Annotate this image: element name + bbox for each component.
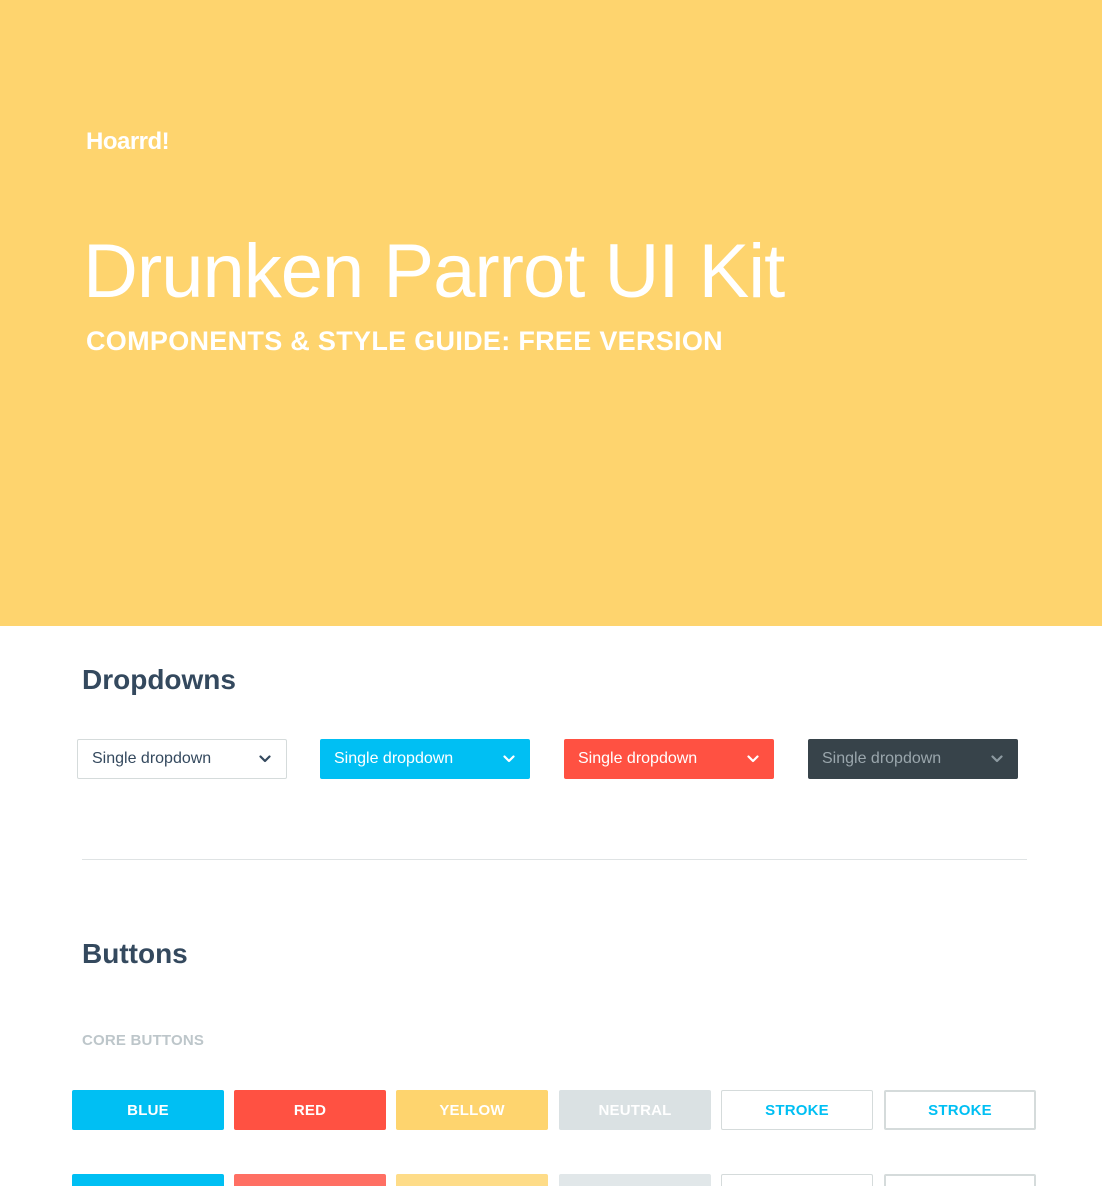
hero-banner: Hoarrd! Drunken Parrot UI Kit COMPONENTS… — [0, 0, 1102, 626]
page-title: Drunken Parrot UI Kit — [83, 229, 785, 314]
red-button-hover[interactable] — [234, 1174, 386, 1186]
dropdown-label: Single dropdown — [92, 750, 212, 767]
chevron-down-icon — [258, 752, 272, 766]
neutral-button[interactable]: NEUTRAL — [559, 1090, 711, 1130]
red-button[interactable]: RED — [234, 1090, 386, 1130]
stroke-button-thick[interactable]: STROKE — [884, 1090, 1036, 1130]
blue-button-hover[interactable] — [72, 1174, 224, 1186]
yellow-button-hover[interactable] — [396, 1174, 548, 1186]
dropdown-label: Single dropdown — [822, 750, 942, 767]
dropdown-default[interactable]: Single dropdown — [77, 739, 287, 779]
dropdown-label: Single dropdown — [578, 750, 698, 767]
buttons-heading: Buttons — [82, 938, 188, 969]
chevron-down-icon — [502, 752, 516, 766]
chevron-down-icon — [990, 752, 1004, 766]
dropdown-blue[interactable]: Single dropdown — [320, 739, 530, 779]
dropdown-dark[interactable]: Single dropdown — [808, 739, 1018, 779]
stroke-button-hover[interactable] — [721, 1174, 873, 1186]
logo[interactable]: Hoarrd! — [86, 128, 170, 156]
neutral-button-hover[interactable] — [559, 1174, 711, 1186]
yellow-button[interactable]: YELLOW — [396, 1090, 548, 1130]
core-buttons-subheading: CORE BUTTONS — [82, 1032, 205, 1049]
dropdowns-heading: Dropdowns — [82, 664, 236, 695]
dropdown-red[interactable]: Single dropdown — [564, 739, 774, 779]
chevron-down-icon — [746, 752, 760, 766]
section-divider — [82, 859, 1027, 860]
stroke-button[interactable]: STROKE — [721, 1090, 873, 1130]
blue-button[interactable]: BLUE — [72, 1090, 224, 1130]
stroke-button-thick-hover[interactable] — [884, 1174, 1036, 1186]
dropdown-label: Single dropdown — [334, 750, 454, 767]
page-subtitle: COMPONENTS & STYLE GUIDE: FREE VERSION — [86, 326, 723, 356]
